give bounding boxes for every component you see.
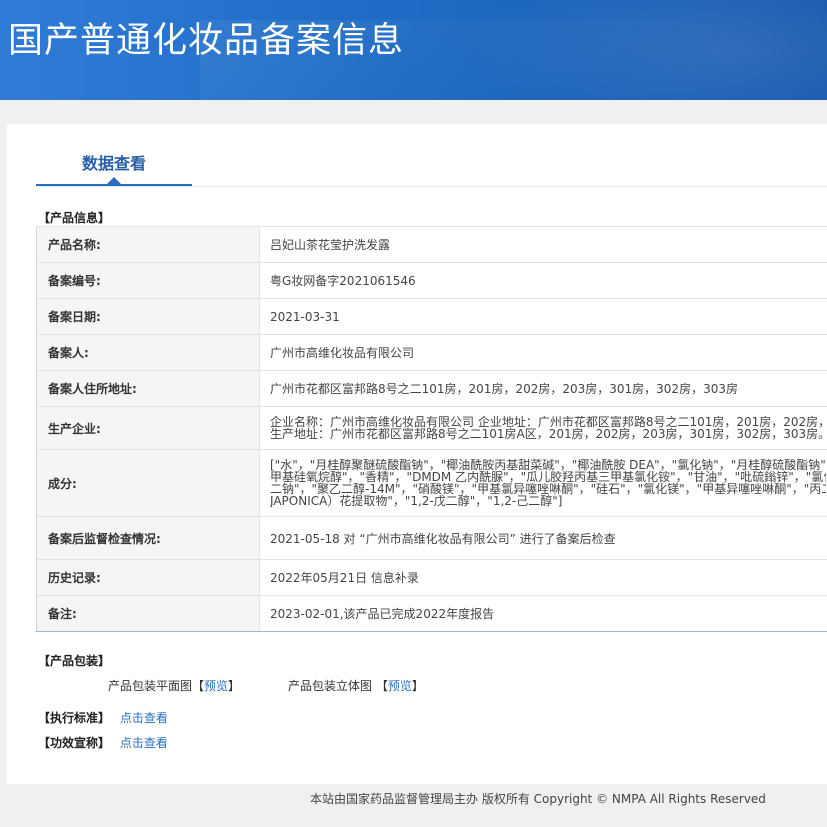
tab-data-view[interactable]: 数据查看	[36, 124, 192, 186]
label-manufacturer: 生产企业:	[36, 406, 260, 450]
label-record-date: 备案日期:	[36, 298, 260, 335]
row-registrant-address: 备案人住所地址: 广州市花都区富邦路8号之二101房，201房，202房，203…	[36, 370, 827, 407]
label-ingredients: 成分:	[36, 449, 260, 517]
ingredients-line: ["水"，"月桂醇聚醚硫酸酯钠"，"椰油酰胺丙基甜菜碱"，"椰油酰胺 DEA"，…	[270, 459, 826, 471]
header-banner: 国产普通化妆品备案信息	[0, 0, 827, 100]
row-history: 历史记录: 2022年05月21日 信息补录	[36, 559, 827, 596]
bracket-close: 】	[411, 679, 424, 693]
packaging-solid-label: 产品包装立体图	[288, 679, 373, 693]
content-card: 数据查看 【产品信息】 产品名称: 吕妃山茶花莹护洗发露 备案编号: 粤G妆网备…	[7, 124, 827, 784]
packaging-solid-item: 产品包装立体图 【预览】	[288, 677, 424, 694]
value-manufacturer: 企业名称：广州市高维化妆品有限公司 企业地址：广州市花都区富邦路8号之二101房…	[259, 406, 827, 450]
efficacy-title: 【功效宣称】	[38, 736, 111, 750]
value-product-name: 吕妃山茶花莹护洗发露	[259, 226, 827, 263]
product-info-table: 产品名称: 吕妃山茶花莹护洗发露 备案编号: 粤G妆网备字2021061546 …	[36, 226, 827, 632]
value-record-number: 粤G妆网备字2021061546	[259, 262, 827, 299]
label-registrant-address: 备案人住所地址:	[36, 370, 260, 407]
row-remarks: 备注: 2023-02-01,该产品已完成2022年度报告	[36, 595, 827, 632]
label-inspection: 备案后监督检查情况:	[36, 516, 260, 560]
value-history: 2022年05月21日 信息补录	[259, 559, 827, 596]
page-title: 国产普通化妆品备案信息	[8, 21, 405, 61]
row-record-number: 备案编号: 粤G妆网备字2021061546	[36, 262, 827, 299]
ingredients-line: JAPONICA）花提取物"，"1,2-戊二醇"，"1,2-己二醇"]	[270, 495, 563, 507]
product-info-title: 【产品信息】	[38, 211, 111, 225]
packaging-flat-item: 产品包装平面图【预览】	[108, 677, 240, 694]
packaging-flat-label: 产品包装平面图	[108, 679, 193, 693]
label-remarks: 备注:	[36, 595, 260, 632]
value-registrant-address: 广州市花都区富邦路8号之二101房，201房，202房，203房，301房，30…	[259, 370, 827, 407]
manufacturer-line: 生产地址：广州市花都区富邦路8号之二101房A区，201房，202房，203房，…	[270, 428, 826, 440]
label-history: 历史记录:	[36, 559, 260, 596]
footer-copyright: 本站由国家药品监督管理局主办 版权所有 Copyright © NMPA All…	[310, 792, 766, 806]
standard-title: 【执行标准】	[38, 711, 111, 725]
standard-view-link[interactable]: 点击查看	[120, 711, 168, 725]
packaging-solid-preview-link[interactable]: 预览	[388, 679, 412, 693]
ingredients-line: 二钠"，"聚乙二醇-14M"，"硝酸镁"，"甲基氯异噻唑啉酮"，"硅石"，"氯化…	[270, 483, 826, 495]
value-remarks: 2023-02-01,该产品已完成2022年度报告	[259, 595, 827, 632]
row-registrant: 备案人: 广州市高维化妆品有限公司	[36, 334, 827, 371]
bracket-open: 【	[192, 679, 205, 693]
manufacturer-line: 企业名称：广州市高维化妆品有限公司 企业地址：广州市花都区富邦路8号之二101房…	[270, 416, 826, 428]
tab-data-view-label: 数据查看	[81, 154, 146, 173]
row-manufacturer: 生产企业: 企业名称：广州市高维化妆品有限公司 企业地址：广州市花都区富邦路8号…	[36, 406, 827, 450]
tab-bar: 数据查看	[36, 124, 827, 187]
value-ingredients: ["水"，"月桂醇聚醚硫酸酯钠"，"椰油酰胺丙基甜菜碱"，"椰油酰胺 DEA"，…	[259, 449, 827, 517]
label-record-number: 备案编号:	[36, 262, 260, 299]
ingredients-line: 甲基硅氧烷醇"，"香精"，"DMDM 乙内酰脲"，"瓜儿胶羟丙基三甲基氯化铵"，…	[270, 471, 826, 483]
row-product-name: 产品名称: 吕妃山茶花莹护洗发露	[36, 226, 827, 263]
packaging-title: 【产品包装】	[38, 654, 111, 668]
tab-active-caret-icon	[107, 177, 121, 184]
bracket-close: 】	[228, 679, 241, 693]
label-product-name: 产品名称:	[36, 226, 260, 263]
packaging-flat-preview-link[interactable]: 预览	[204, 679, 228, 693]
bracket-open: 【	[375, 679, 388, 693]
efficacy-row: 【功效宣称】 点击查看	[38, 734, 168, 751]
row-ingredients: 成分: ["水"，"月桂醇聚醚硫酸酯钠"，"椰油酰胺丙基甜菜碱"，"椰油酰胺 D…	[36, 449, 827, 517]
row-record-date: 备案日期: 2021-03-31	[36, 298, 827, 335]
label-registrant: 备案人:	[36, 334, 260, 371]
value-inspection: 2021-05-18 对 “广州市高维化妆品有限公司” 进行了备案后检查	[259, 516, 827, 560]
row-inspection: 备案后监督检查情况: 2021-05-18 对 “广州市高维化妆品有限公司” 进…	[36, 516, 827, 560]
standard-row: 【执行标准】 点击查看	[38, 709, 168, 726]
value-registrant: 广州市高维化妆品有限公司	[259, 334, 827, 371]
efficacy-view-link[interactable]: 点击查看	[120, 736, 168, 750]
value-record-date: 2021-03-31	[259, 298, 827, 335]
